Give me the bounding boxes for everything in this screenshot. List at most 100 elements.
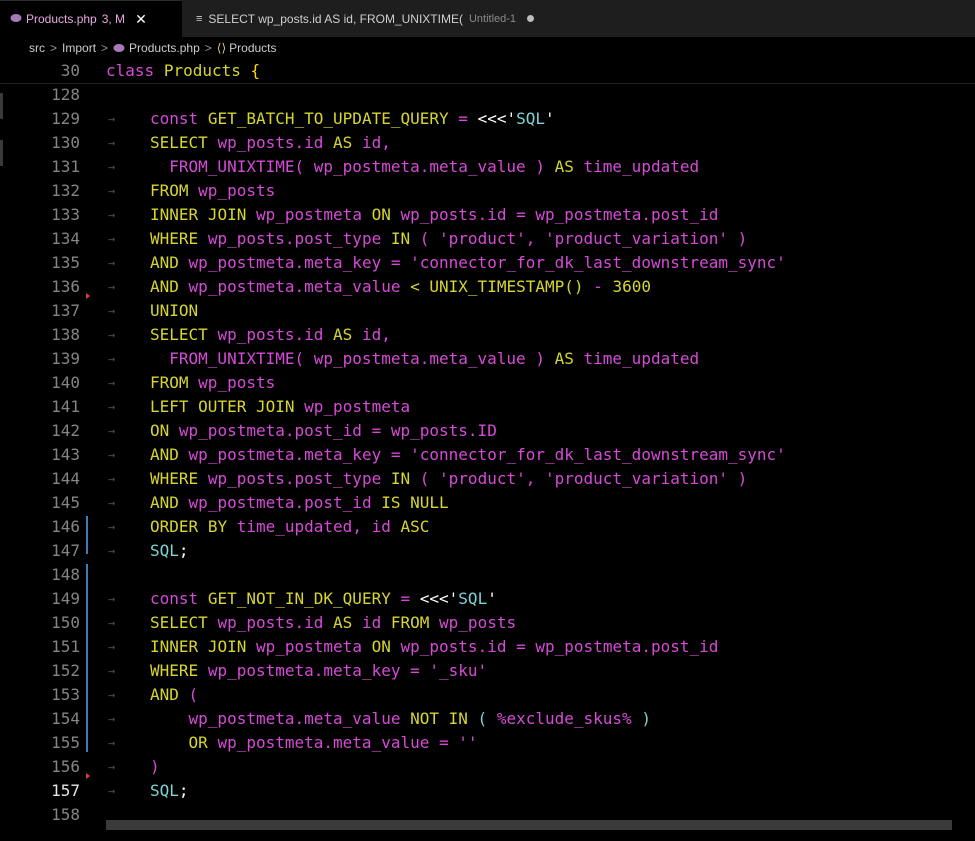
breadcrumb-file[interactable]: Products.php: [129, 41, 200, 55]
code-line[interactable]: 140 → FROM wp_posts: [0, 371, 975, 395]
code-line: class Products {: [106, 59, 260, 83]
code-line[interactable]: 144 → WHERE wp_posts.post_type IN ( 'produ…: [0, 467, 975, 491]
code-line[interactable]: 139 → FROM_UNIXTIME( wp_postmeta.meta_val…: [0, 347, 975, 371]
tab-arrow-icon: →: [108, 400, 116, 414]
breadcrumb-class[interactable]: Products: [229, 41, 276, 55]
tab-arrow-icon: →: [108, 328, 116, 342]
code-line[interactable]: 147 → SQL;: [0, 539, 975, 563]
code-line[interactable]: 134 → WHERE wp_posts.post_type IN ( 'produ…: [0, 227, 975, 251]
breadcrumb-import[interactable]: Import: [62, 41, 96, 55]
git-modified-bar[interactable]: [86, 516, 88, 554]
code-line[interactable]: 143 → AND wp_postmeta.meta_key = 'connecto…: [0, 443, 975, 467]
code-token: wp_postmeta.post_id: [178, 421, 362, 440]
code-line[interactable]: 148: [0, 563, 975, 587]
line-number: 148: [51, 565, 80, 584]
horizontal-scrollbar[interactable]: [106, 820, 952, 830]
code-line[interactable]: 129 → const GET_BATCH_TO_UPDATE_QUERY = <<…: [0, 107, 975, 131]
code-token: ': [545, 109, 555, 128]
close-icon[interactable]: ✕: [135, 11, 147, 28]
tab-arrow-icon: →: [108, 760, 116, 774]
code-token: FROM_UNIXTIME(: [169, 157, 305, 176]
code-token: 'product',: [439, 229, 536, 248]
line-number: 129: [51, 109, 80, 128]
unsaved-dot-icon[interactable]: [527, 15, 535, 22]
code-token: UNIX_TIMESTAMP(): [429, 277, 584, 296]
code-line[interactable]: 153 → AND (: [0, 683, 975, 707]
chevron-right-icon: >: [101, 41, 109, 55]
code-line[interactable]: 156 →): [0, 755, 975, 779]
tab-untitled-sql[interactable]: ≡ SELECT wp_posts.id AS id, FROM_UNIXTIM…: [182, 0, 554, 37]
code-token: wp_posts.id: [400, 637, 507, 656]
code-token: OR: [188, 733, 208, 752]
code-token: 'product_variation': [545, 229, 729, 248]
git-deleted-marker[interactable]: [86, 773, 90, 779]
code-token: id,: [361, 133, 391, 152]
code-line[interactable]: 133 → INNER JOIN wp_postmeta ON wp_posts.i…: [0, 203, 975, 227]
code-line[interactable]: 135 → AND wp_postmeta.meta_key = 'connecto…: [0, 251, 975, 275]
code-line[interactable]: 154 → wp_postmeta.meta_value NOT IN ( %ex…: [0, 707, 975, 731]
code-line[interactable]: 145 → AND wp_postmeta.post_id IS NULL: [0, 491, 975, 515]
code-token: id,: [361, 325, 391, 344]
sticky-scroll-header[interactable]: 30 class Products {: [0, 59, 975, 84]
code-token: INNER: [150, 637, 199, 656]
code-line[interactable]: 157 → SQL;: [0, 779, 975, 803]
line-number: 138: [51, 325, 80, 344]
tab-arrow-icon: →: [108, 784, 116, 798]
code-token: <<<': [419, 589, 459, 608]
git-deleted-marker[interactable]: [86, 293, 90, 299]
code-line[interactable]: 150 → SELECT wp_posts.id AS id FROM wp_pos…: [0, 611, 975, 635]
code-token: time_updated,: [236, 517, 362, 536]
line-number: 155: [51, 733, 80, 752]
code-content: WHERE wp_posts.post_type IN ( 'product',…: [150, 227, 747, 251]
code-line[interactable]: 130 → SELECT wp_posts.id AS id,: [0, 131, 975, 155]
code-line[interactable]: 146 → ORDER BY time_updated, id ASC: [0, 515, 975, 539]
code-content: const GET_BATCH_TO_UPDATE_QUERY = <<<'SQ…: [150, 107, 555, 131]
git-modified-bar[interactable]: [86, 564, 88, 752]
code-content: FROM_UNIXTIME( wp_postmeta.meta_value ) …: [150, 347, 699, 371]
code-token: <<<': [477, 109, 517, 128]
line-number: 128: [51, 85, 80, 104]
code-line[interactable]: 138 → SELECT wp_posts.id AS id,: [0, 323, 975, 347]
code-content: wp_postmeta.meta_value NOT IN ( %exclude…: [150, 707, 651, 731]
line-number: 140: [51, 373, 80, 392]
code-token: <: [410, 277, 420, 296]
line-number: 141: [51, 397, 80, 416]
code-token: wp_postmeta.meta_value: [313, 157, 526, 176]
code-content: AND (: [150, 683, 198, 707]
code-token: wp_posts.id: [217, 325, 324, 344]
tab-arrow-icon: →: [108, 544, 116, 558]
tab-arrow-icon: →: [108, 640, 116, 654]
code-line[interactable]: 142 → ON wp_postmeta.post_id = wp_posts.ID: [0, 419, 975, 443]
code-line[interactable]: 132 → FROM wp_posts: [0, 179, 975, 203]
code-line[interactable]: 128: [0, 83, 975, 107]
code-line[interactable]: 152 → WHERE wp_postmeta.meta_key = '_sku': [0, 659, 975, 683]
code-token: =: [410, 661, 420, 680]
code-token: wp_postmeta: [255, 205, 362, 224]
tab-products-php[interactable]: Products.php 3, M ✕: [0, 0, 182, 37]
code-line[interactable]: 131 → FROM_UNIXTIME( wp_postmeta.meta_val…: [0, 155, 975, 179]
code-line[interactable]: 136 → AND wp_postmeta.meta_value < UNIX_TI…: [0, 275, 975, 299]
code-line[interactable]: 137 → UNION: [0, 299, 975, 323]
code-token: GET_NOT_IN_DK_QUERY: [207, 589, 391, 608]
breadcrumb-src[interactable]: src: [29, 41, 45, 55]
code-line[interactable]: 151 → INNER JOIN wp_postmeta ON wp_posts.i…: [0, 635, 975, 659]
code-line[interactable]: 149 → const GET_NOT_IN_DK_QUERY = <<<'SQL': [0, 587, 975, 611]
code-token: 'connector_for_dk_last_downstream_sync': [410, 445, 786, 464]
code-line[interactable]: 141 → LEFT OUTER JOIN wp_postmeta: [0, 395, 975, 419]
code-line[interactable]: 155 → OR wp_postmeta.meta_value = '': [0, 731, 975, 755]
